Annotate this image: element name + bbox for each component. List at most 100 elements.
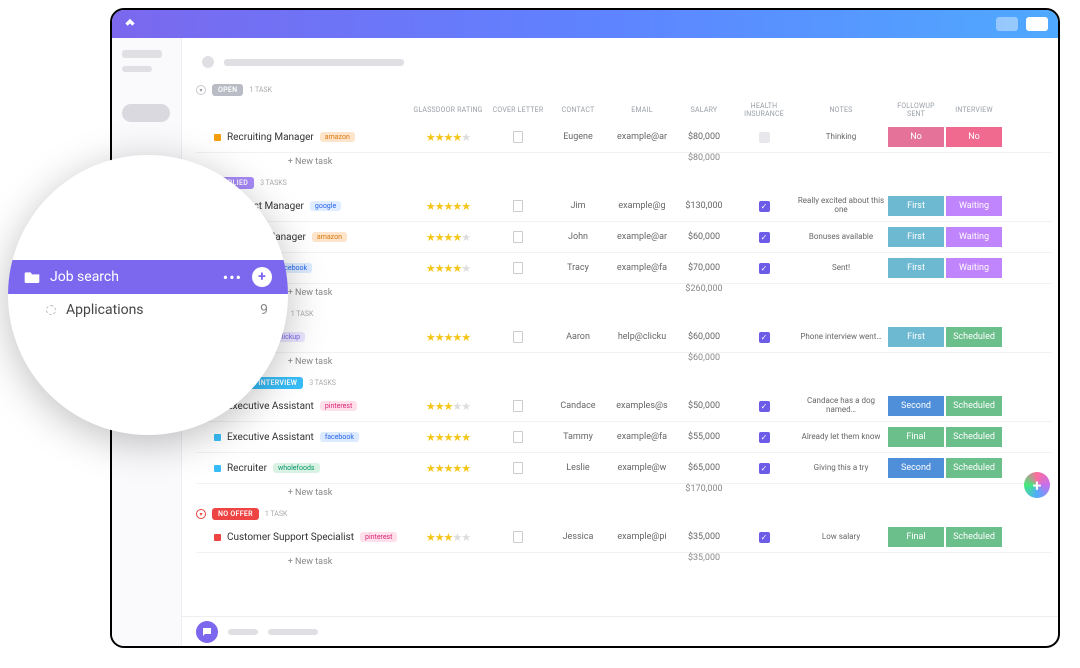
health-insurance-cell[interactable]: ✓ bbox=[734, 263, 794, 274]
chat-button[interactable] bbox=[196, 621, 218, 643]
company-tag[interactable]: pinterest bbox=[360, 532, 397, 542]
status-badge: OPEN bbox=[212, 84, 243, 96]
cover-letter-cell[interactable] bbox=[490, 331, 546, 343]
cover-letter-cell[interactable] bbox=[490, 131, 546, 143]
task-row[interactable]: Account Manager amazon ★★★★★ John exampl… bbox=[196, 222, 1052, 253]
group-header[interactable]: ▾ APPLIED 3 TASKS bbox=[196, 177, 1052, 189]
cover-letter-cell[interactable] bbox=[490, 231, 546, 243]
contact-cell: Jim bbox=[548, 201, 608, 211]
task-row[interactable]: Recruiter facebook ★★★★★ Tracy example@f… bbox=[196, 253, 1052, 284]
health-insurance-cell[interactable]: ✓ bbox=[734, 463, 794, 474]
subtotal: $60,000 bbox=[676, 353, 732, 371]
health-insurance-cell[interactable]: ✓ bbox=[734, 432, 794, 443]
contact-cell: Aaron bbox=[548, 332, 608, 342]
add-fab[interactable]: + bbox=[1024, 472, 1050, 498]
document-icon bbox=[513, 131, 523, 143]
followup-pill[interactable]: No bbox=[888, 127, 944, 147]
cover-letter-cell[interactable] bbox=[490, 200, 546, 212]
task-row[interactable]: Executive Assistant facebook ★★★★★ Tammy… bbox=[196, 422, 1052, 453]
company-tag[interactable]: wholefoods bbox=[273, 463, 320, 473]
health-insurance-cell[interactable]: ✓ bbox=[734, 201, 794, 212]
task-row[interactable]: Recruiter wholefoods ★★★★★ Leslie exampl… bbox=[196, 453, 1052, 484]
group-header[interactable]: ▾ NO OFFER 1 TASK bbox=[196, 508, 1052, 520]
salary-cell: $60,000 bbox=[676, 332, 732, 342]
status-square-icon bbox=[214, 534, 221, 541]
task-row[interactable]: Executive Assistant pinterest ★★★★★ Cand… bbox=[196, 391, 1052, 422]
cover-letter-cell[interactable] bbox=[490, 262, 546, 274]
task-row[interactable]: Recruiting Manager amazon ★★★★★ Eugene e… bbox=[196, 122, 1052, 153]
group-header[interactable]: ▾ IN PERSON INTERVIEW 3 TASKS bbox=[196, 377, 1052, 389]
add-icon[interactable]: + bbox=[252, 267, 272, 287]
task-row[interactable]: Recruiter clickup ★★★★★ Aaron help@click… bbox=[196, 322, 1052, 353]
document-icon bbox=[513, 400, 523, 412]
health-insurance-cell[interactable] bbox=[734, 132, 794, 143]
company-tag[interactable]: google bbox=[310, 201, 341, 211]
cover-letter-cell[interactable] bbox=[490, 400, 546, 412]
email-cell: example@ar bbox=[610, 132, 674, 142]
new-task-button[interactable]: + New task bbox=[196, 553, 406, 571]
contact-cell: John bbox=[548, 232, 608, 242]
interview-pill[interactable]: No bbox=[946, 127, 1002, 147]
sidebar-item-label: Applications bbox=[66, 302, 144, 318]
interview-pill[interactable]: Waiting bbox=[946, 227, 1002, 247]
chevron-down-icon[interactable]: ▾ bbox=[196, 509, 206, 519]
followup-pill[interactable]: First bbox=[888, 258, 944, 278]
company-tag[interactable]: amazon bbox=[312, 232, 347, 242]
task-count: 3 TASKS bbox=[260, 179, 287, 187]
task-count: 1 TASK bbox=[249, 86, 272, 94]
new-task-button[interactable]: + New task bbox=[196, 153, 406, 171]
company-tag[interactable]: facebook bbox=[320, 432, 359, 442]
followup-pill[interactable]: First bbox=[888, 327, 944, 347]
cover-letter-cell[interactable] bbox=[490, 431, 546, 443]
interview-pill[interactable]: Scheduled bbox=[946, 396, 1002, 416]
followup-pill[interactable]: Final bbox=[888, 427, 944, 447]
sidebar-item-job-search[interactable]: Job search ••• + bbox=[8, 260, 288, 294]
interview-pill[interactable]: Scheduled bbox=[946, 327, 1002, 347]
email-cell: example@g bbox=[610, 201, 674, 211]
email-cell: example@fa bbox=[610, 263, 674, 273]
chevron-down-icon[interactable]: ▾ bbox=[196, 85, 206, 95]
contact-cell: Candace bbox=[548, 401, 608, 411]
health-insurance-cell[interactable]: ✓ bbox=[734, 532, 794, 543]
notes-cell: Bonuses available bbox=[796, 233, 886, 242]
contact-cell: Leslie bbox=[548, 463, 608, 473]
followup-pill[interactable]: Final bbox=[888, 527, 944, 547]
cover-letter-cell[interactable] bbox=[490, 462, 546, 474]
group-header[interactable]: ▾ HONE INTERVIEW 1 TASK bbox=[196, 308, 1052, 320]
cover-letter-cell[interactable] bbox=[490, 531, 546, 543]
followup-pill[interactable]: First bbox=[888, 196, 944, 216]
interview-pill[interactable]: Scheduled bbox=[946, 458, 1002, 478]
salary-cell: $80,000 bbox=[676, 132, 732, 142]
interview-pill[interactable]: Waiting bbox=[946, 196, 1002, 216]
notes-cell: Phone interview went… bbox=[796, 333, 886, 342]
interview-pill[interactable]: Scheduled bbox=[946, 527, 1002, 547]
salary-cell: $35,000 bbox=[676, 532, 732, 542]
health-insurance-cell[interactable]: ✓ bbox=[734, 401, 794, 412]
task-row[interactable]: Customer Support Specialist pinterest ★★… bbox=[196, 522, 1052, 553]
new-task-button[interactable]: + New task bbox=[196, 484, 406, 502]
task-row[interactable]: Product Manager google ★★★★★ Jim example… bbox=[196, 191, 1052, 222]
followup-pill[interactable]: Second bbox=[888, 458, 944, 478]
contact-cell: Tammy bbox=[548, 432, 608, 442]
placeholder bbox=[228, 629, 258, 635]
interview-pill[interactable]: Waiting bbox=[946, 258, 1002, 278]
sidebar-item-applications[interactable]: Applications 9 bbox=[8, 294, 288, 326]
followup-pill[interactable]: First bbox=[888, 227, 944, 247]
contact-cell: Tracy bbox=[548, 263, 608, 273]
followup-pill[interactable]: Second bbox=[888, 396, 944, 416]
main-header bbox=[182, 38, 1058, 78]
rating-cell: ★★★★★ bbox=[408, 262, 488, 275]
interview-pill[interactable]: Scheduled bbox=[946, 427, 1002, 447]
more-icon[interactable]: ••• bbox=[223, 268, 242, 287]
window-button[interactable] bbox=[996, 17, 1018, 31]
company-tag[interactable]: pinterest bbox=[320, 401, 357, 411]
window-button[interactable] bbox=[1026, 17, 1048, 31]
checkbox-icon: ✓ bbox=[759, 432, 770, 443]
document-icon bbox=[513, 200, 523, 212]
health-insurance-cell[interactable]: ✓ bbox=[734, 232, 794, 243]
subtotal: $260,000 bbox=[676, 284, 732, 302]
health-insurance-cell[interactable]: ✓ bbox=[734, 332, 794, 343]
group-header[interactable]: ▾ OPEN 1 TASK bbox=[196, 84, 1052, 96]
company-tag[interactable]: amazon bbox=[320, 132, 355, 142]
search-input[interactable] bbox=[122, 104, 170, 122]
